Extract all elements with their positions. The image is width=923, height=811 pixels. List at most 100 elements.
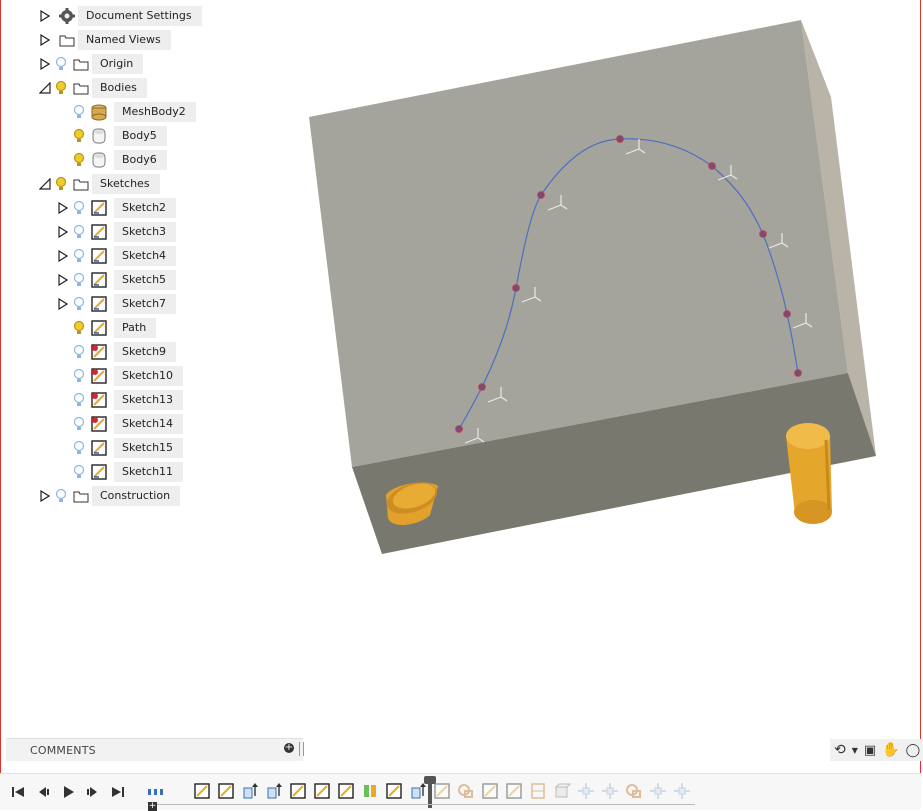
visibility-bulb-icon[interactable]: [70, 198, 88, 218]
timeline-feature-combine-icon[interactable]: [457, 782, 477, 802]
add-timeline-icon[interactable]: +: [148, 802, 157, 811]
visibility-bulb-icon[interactable]: [52, 486, 70, 506]
timeline-feature-extrude-icon[interactable]: [241, 782, 261, 802]
visibility-bulb-icon[interactable]: [70, 318, 88, 338]
expand-arrow-icon[interactable]: [38, 489, 52, 503]
expand-arrow-icon[interactable]: [56, 273, 70, 287]
timeline-feature-align-icon[interactable]: [625, 782, 645, 802]
canvas-viewport[interactable]: [240, 0, 923, 735]
timeline-feature-move-icon[interactable]: [577, 782, 597, 802]
timeline-feature-sketch-icon[interactable]: [337, 782, 357, 802]
browser-item-label[interactable]: Sketch5: [114, 270, 177, 290]
timeline-feature-sketch-icon[interactable]: [505, 782, 525, 802]
zoom-icon[interactable]: ◯: [906, 743, 921, 758]
browser-item-label[interactable]: Sketch10: [114, 366, 184, 386]
browser-item-sketch2[interactable]: Sketch2: [56, 198, 177, 218]
play-icon[interactable]: [58, 782, 78, 802]
browser-item-sketch4[interactable]: Sketch4: [56, 246, 177, 266]
collapse-arrow-icon[interactable]: [38, 177, 52, 191]
browser-item-label[interactable]: Construction: [92, 486, 181, 506]
timeline-feature-sketch-icon[interactable]: [433, 782, 453, 802]
collapse-arrow-icon[interactable]: [38, 81, 52, 95]
visibility-bulb-icon[interactable]: [52, 174, 70, 194]
expand-arrow-icon[interactable]: [56, 201, 70, 215]
timeline-feature-sketch-icon[interactable]: [313, 782, 333, 802]
browser-item-label[interactable]: Sketch2: [114, 198, 177, 218]
step-forward-icon[interactable]: [83, 782, 103, 802]
timeline-feature-sketch-icon[interactable]: [193, 782, 213, 802]
browser-item-sketch13[interactable]: Sketch13: [56, 390, 184, 410]
expand-arrow-icon[interactable]: [38, 9, 52, 23]
visibility-bulb-icon[interactable]: [52, 54, 70, 74]
step-back-icon[interactable]: [33, 782, 53, 802]
browser-item-body5[interactable]: Body5: [56, 126, 167, 146]
timeline-feature-move-icon[interactable]: [673, 782, 693, 802]
browser-item-sketch3[interactable]: Sketch3: [56, 222, 177, 242]
visibility-bulb-icon[interactable]: [70, 102, 88, 122]
visibility-bulb-icon[interactable]: [70, 294, 88, 314]
pan-hand-icon[interactable]: ✋: [882, 742, 899, 758]
browser-item-sketch15[interactable]: Sketch15: [56, 438, 184, 458]
browser-item-label[interactable]: Named Views: [78, 30, 171, 50]
visibility-bulb-icon[interactable]: [70, 270, 88, 290]
browser-item-label[interactable]: Sketches: [92, 174, 160, 194]
visibility-bulb-icon[interactable]: [70, 438, 88, 458]
browser-item-label[interactable]: MeshBody2: [114, 102, 196, 122]
browser-item-sketches[interactable]: Sketches: [38, 174, 160, 194]
expand-arrow-icon[interactable]: [56, 297, 70, 311]
browser-item-label[interactable]: Sketch4: [114, 246, 177, 266]
browser-item-body6[interactable]: Body6: [56, 150, 167, 170]
browser-item-document-settings[interactable]: Document Settings: [38, 6, 202, 26]
browser-item-construction[interactable]: Construction: [38, 486, 181, 506]
browser-item-label[interactable]: Bodies: [92, 78, 147, 98]
browser-item-path[interactable]: Path: [56, 318, 157, 338]
browser-item-label[interactable]: Sketch15: [114, 438, 184, 458]
expand-arrow-icon[interactable]: [56, 249, 70, 263]
browser-item-label[interactable]: Sketch14: [114, 414, 184, 434]
timeline-overflow-icon[interactable]: [146, 782, 166, 802]
browser-item-meshbody2[interactable]: MeshBody2: [56, 102, 196, 122]
browser-item-sketch9[interactable]: Sketch9: [56, 342, 177, 362]
expand-arrow-icon[interactable]: [38, 33, 52, 47]
look-at-icon[interactable]: ▣: [864, 743, 876, 758]
visibility-bulb-icon[interactable]: [52, 78, 70, 98]
visibility-bulb-icon[interactable]: [70, 150, 88, 170]
browser-item-label[interactable]: Body5: [114, 126, 167, 146]
browser-item-sketch10[interactable]: Sketch10: [56, 366, 184, 386]
timeline-feature-sketch-icon[interactable]: [481, 782, 501, 802]
browser-item-sketch11[interactable]: Sketch11: [56, 462, 184, 482]
timeline-feature-sketch-icon[interactable]: [385, 782, 405, 802]
timeline-feature-extrude-icon[interactable]: [265, 782, 285, 802]
timeline-feature-section-icon[interactable]: [529, 782, 549, 802]
timeline-feature-split-icon[interactable]: [361, 782, 381, 802]
browser-item-label[interactable]: Sketch9: [114, 342, 177, 362]
visibility-bulb-icon[interactable]: [70, 366, 88, 386]
browser-item-label[interactable]: Body6: [114, 150, 167, 170]
browser-item-label[interactable]: Document Settings: [78, 6, 202, 26]
browser-item-label[interactable]: Sketch11: [114, 462, 184, 482]
timeline-feature-sketch-icon[interactable]: [289, 782, 309, 802]
browser-item-origin[interactable]: Origin: [38, 54, 144, 74]
browser-item-label[interactable]: Sketch13: [114, 390, 184, 410]
visibility-bulb-icon[interactable]: [70, 462, 88, 482]
timeline-feature-move-icon[interactable]: [649, 782, 669, 802]
go-to-end-icon[interactable]: [108, 782, 128, 802]
visibility-bulb-icon[interactable]: [70, 246, 88, 266]
visibility-bulb-icon[interactable]: [70, 342, 88, 362]
chevron-down-icon[interactable]: ▼: [852, 746, 858, 755]
go-to-start-icon[interactable]: [8, 782, 28, 802]
browser-item-named-views[interactable]: Named Views: [38, 30, 171, 50]
orbit-icon[interactable]: ⟲: [834, 742, 846, 758]
visibility-bulb-icon[interactable]: [70, 390, 88, 410]
browser-item-sketch7[interactable]: Sketch7: [56, 294, 177, 314]
visibility-bulb-icon[interactable]: [70, 222, 88, 242]
visibility-bulb-icon[interactable]: [70, 414, 88, 434]
browser-item-label[interactable]: Sketch7: [114, 294, 177, 314]
expand-arrow-icon[interactable]: [56, 225, 70, 239]
browser-item-label[interactable]: Origin: [92, 54, 144, 74]
timeline-feature-move-icon[interactable]: [601, 782, 621, 802]
timeline-feature-extrude-icon[interactable]: [409, 782, 429, 802]
visibility-bulb-icon[interactable]: [70, 126, 88, 146]
panel-resize-handle[interactable]: [299, 742, 304, 756]
browser-item-label[interactable]: Path: [114, 318, 157, 338]
